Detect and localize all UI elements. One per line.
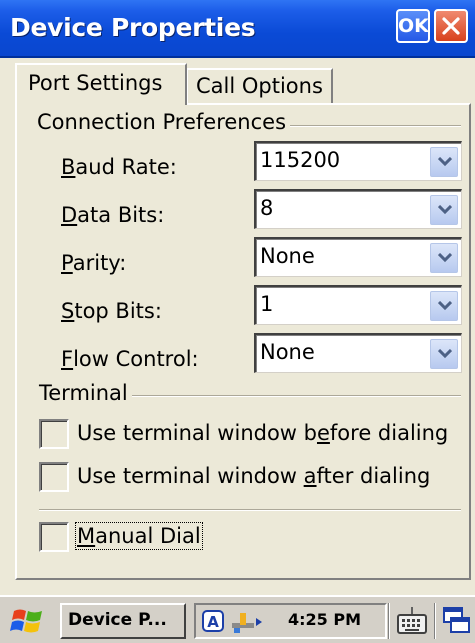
clock-time[interactable]: 4:25 PM — [288, 610, 361, 629]
taskbar-task-button[interactable]: Device P... — [60, 603, 186, 639]
data-bits-dropdown-button[interactable] — [430, 195, 458, 225]
chevron-down-icon — [438, 253, 452, 263]
parity-select[interactable]: None — [254, 237, 462, 277]
tab-call-options[interactable]: Call Options — [187, 68, 333, 104]
data-bits-select[interactable]: 8 — [254, 189, 462, 229]
parity-label: Parity: — [61, 251, 127, 275]
flow-control-label: Flow Control: — [61, 347, 199, 371]
chevron-down-icon — [438, 301, 452, 311]
parity-dropdown-button[interactable] — [430, 243, 458, 273]
connection-group-label: Connection Preferences — [37, 110, 291, 134]
manual-dial-separator — [39, 509, 461, 511]
chevron-down-icon — [438, 349, 452, 359]
data-bits-value: 8 — [260, 196, 274, 220]
taskbar: Device P... A 4:25 PM — [0, 595, 475, 643]
chevron-down-icon — [438, 205, 452, 215]
parity-value: None — [260, 244, 315, 268]
terminal-before-label[interactable]: Use terminal window before dialing — [77, 421, 448, 445]
manual-dial-checkbox[interactable] — [39, 522, 69, 552]
windows-start-icon[interactable] — [10, 605, 46, 637]
ok-button[interactable]: OK — [396, 9, 430, 43]
tab-panel: Connection Preferences Baud Rate: 115200… — [15, 103, 471, 580]
flow-control-dropdown-button[interactable] — [430, 339, 458, 369]
system-tray: A 4:25 PM — [194, 603, 387, 639]
keyboard-icon[interactable] — [395, 605, 429, 637]
svg-text:A: A — [207, 613, 219, 631]
stop-bits-label: Stop Bits: — [61, 299, 162, 323]
close-button[interactable] — [434, 9, 468, 43]
terminal-after-label[interactable]: Use terminal window after dialing — [77, 464, 430, 488]
window-title: Device Properties — [10, 13, 256, 42]
connection-icon[interactable] — [230, 609, 264, 635]
flow-control-value: None — [260, 340, 315, 364]
terminal-group-label: Terminal — [39, 381, 132, 405]
tab-port-settings-label: Port Settings — [28, 71, 163, 95]
input-a-icon[interactable]: A — [202, 610, 224, 632]
stop-bits-dropdown-button[interactable] — [430, 291, 458, 321]
stop-bits-select[interactable]: 1 — [254, 285, 462, 325]
baud-rate-label: Baud Rate: — [61, 155, 177, 179]
close-icon — [442, 17, 460, 35]
title-bar: Device Properties OK — [0, 0, 475, 58]
show-desktop-icon[interactable] — [442, 605, 472, 637]
tab-call-options-label: Call Options — [196, 74, 323, 98]
baud-rate-dropdown-button[interactable] — [430, 147, 458, 177]
terminal-before-checkbox[interactable] — [39, 419, 69, 449]
taskbar-separator — [388, 603, 390, 639]
flow-control-select[interactable]: None — [254, 333, 462, 373]
taskbar-separator-2 — [434, 603, 436, 639]
stop-bits-value: 1 — [260, 292, 274, 316]
baud-rate-select[interactable]: 115200 — [254, 141, 462, 181]
baud-rate-value: 115200 — [260, 148, 341, 172]
data-bits-label: Data Bits: — [61, 203, 165, 227]
tab-port-settings[interactable]: Port Settings — [15, 63, 187, 105]
terminal-after-checkbox[interactable] — [39, 462, 69, 492]
chevron-down-icon — [438, 157, 452, 167]
manual-dial-label[interactable]: Manual Dial — [75, 522, 203, 550]
